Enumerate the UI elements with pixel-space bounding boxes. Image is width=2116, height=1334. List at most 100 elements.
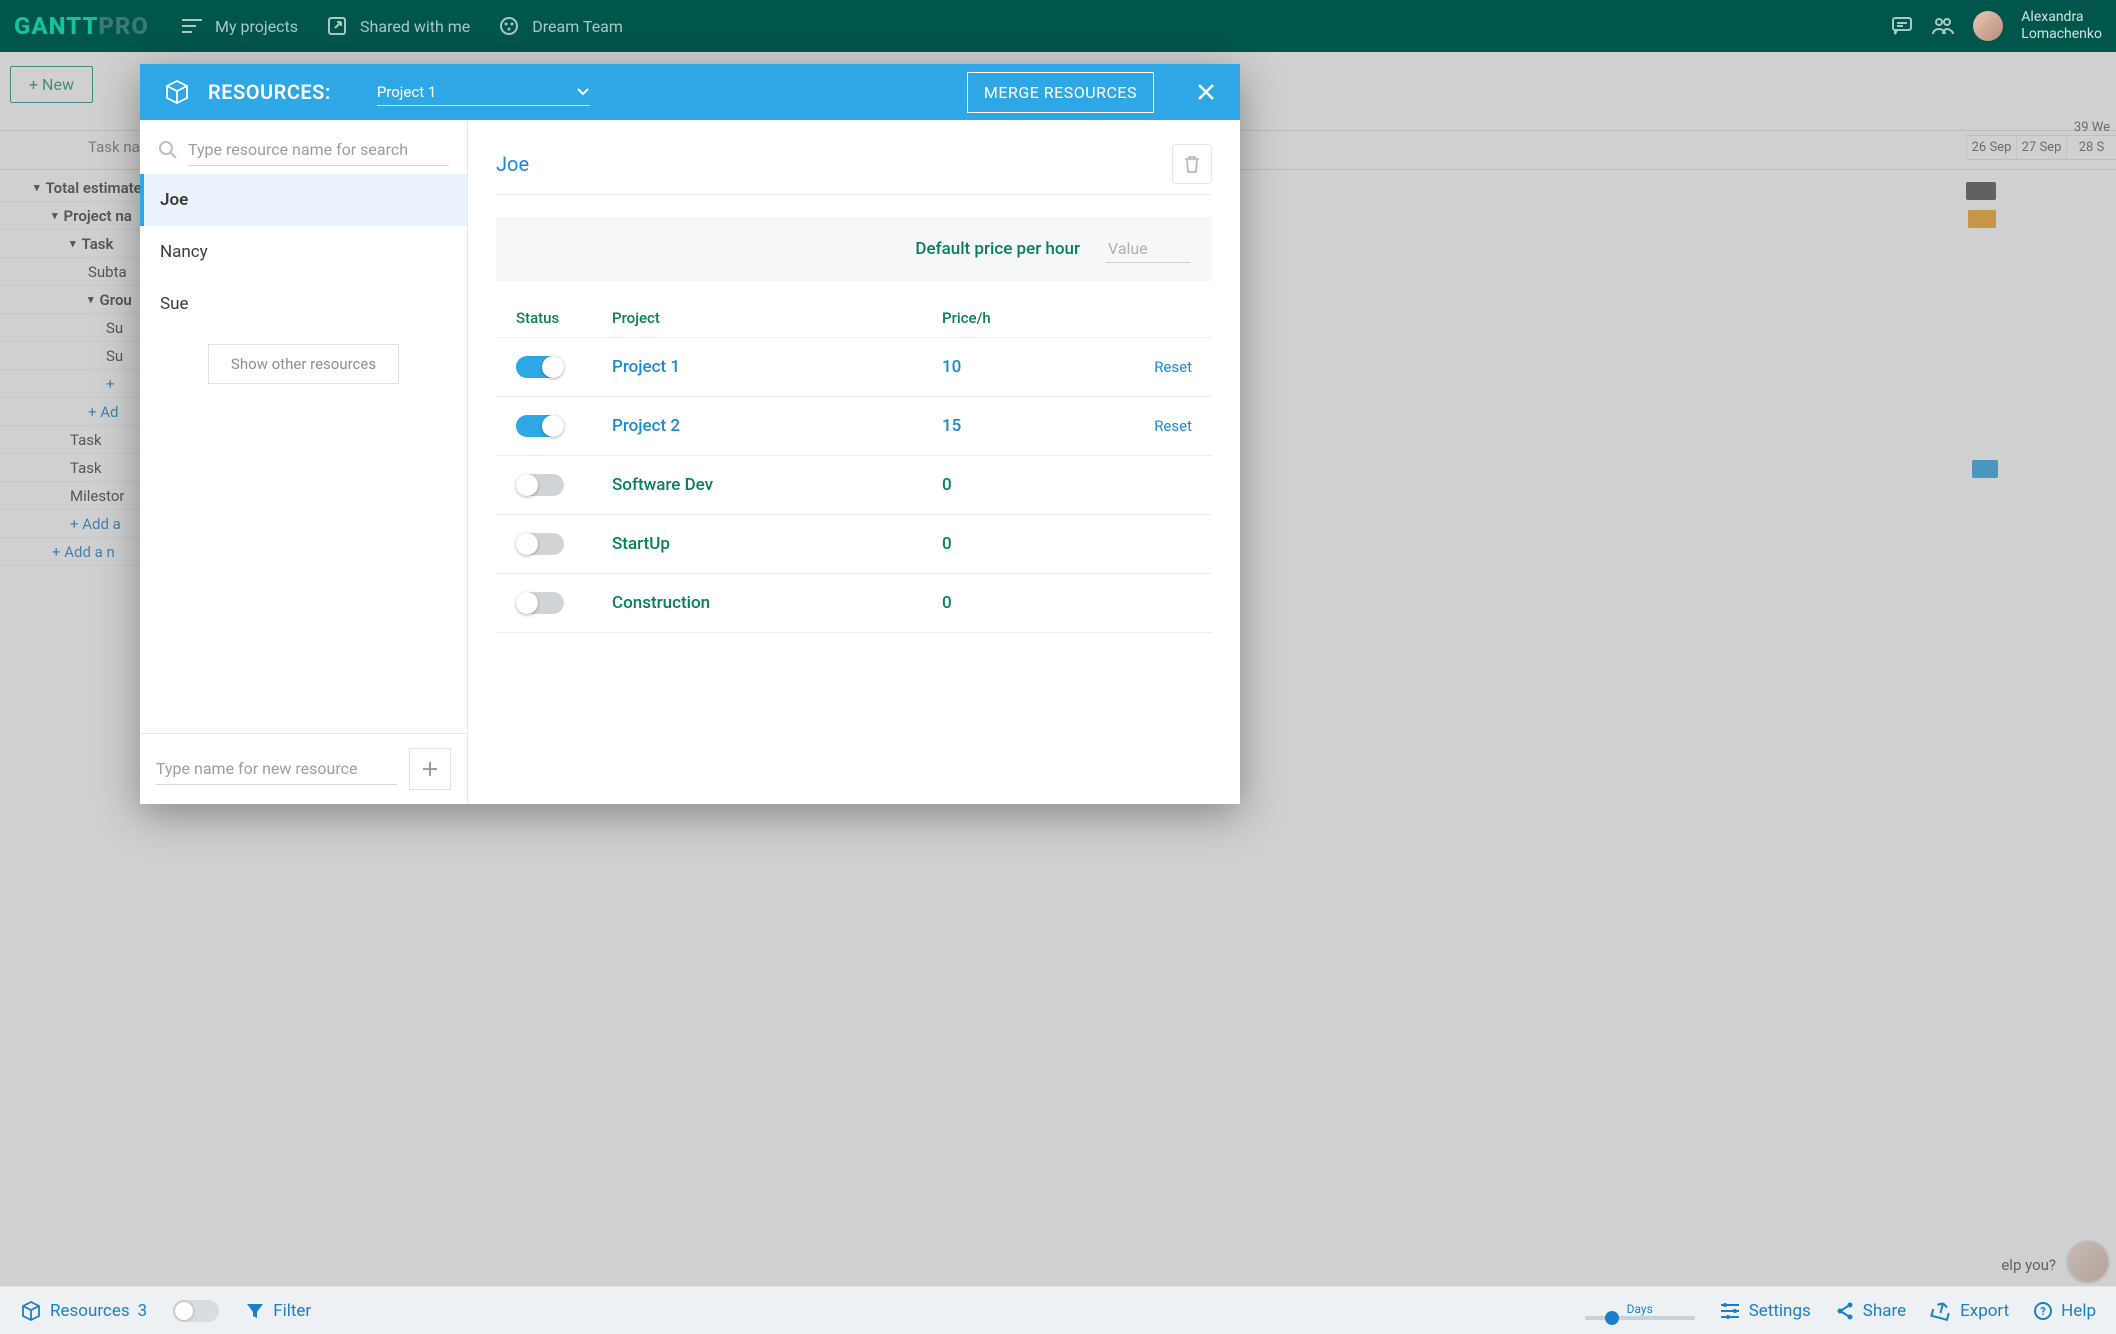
search-input[interactable] — [188, 134, 449, 166]
app-header: GANTTPRO My projects Shared with me Drea… — [0, 0, 2116, 52]
nav-my-projects-label: My projects — [215, 17, 298, 36]
resources-label: Resources — [50, 1301, 130, 1321]
user-name-line1: Alexandra — [2021, 9, 2102, 26]
share-icon — [1835, 1301, 1855, 1321]
project-table: Status Project Price/h Project 110ResetP… — [496, 299, 1212, 633]
team-icon — [498, 15, 520, 37]
help-icon: ? — [2033, 1301, 2053, 1321]
table-row: Project 215Reset — [496, 397, 1212, 456]
user-name[interactable]: Alexandra Lomachenko — [2021, 9, 2102, 43]
price-cell[interactable]: 10 — [942, 357, 1102, 377]
nav-team-label: Dream Team — [532, 17, 623, 36]
people-icon[interactable] — [1931, 16, 1955, 36]
logo-text-b: PRO — [98, 12, 149, 40]
avatar[interactable] — [1973, 11, 2003, 41]
status-toggle[interactable] — [516, 533, 564, 555]
default-price-label: Default price per hour — [915, 239, 1080, 259]
export-button[interactable]: Export — [1930, 1301, 2009, 1321]
filter-button[interactable]: Filter — [245, 1301, 311, 1321]
status-toggle[interactable] — [516, 356, 564, 378]
price-cell[interactable]: 0 — [942, 475, 1102, 495]
status-toggle[interactable] — [516, 415, 564, 437]
project-name: StartUp — [612, 534, 942, 554]
close-icon[interactable] — [1196, 82, 1216, 102]
help-label: Help — [2061, 1301, 2096, 1321]
project-name: Construction — [612, 593, 942, 613]
add-resource-button[interactable] — [409, 748, 451, 790]
nav-shared-label: Shared with me — [360, 17, 470, 36]
project-select-value: Project 1 — [377, 83, 436, 101]
help-button[interactable]: ? Help — [2033, 1301, 2096, 1321]
header-right: Alexandra Lomachenko — [1891, 9, 2102, 43]
nav-team[interactable]: Dream Team — [484, 15, 637, 37]
delete-resource-button[interactable] — [1172, 144, 1212, 184]
modal-left-panel: JoeNancySue Show other resources — [140, 120, 468, 804]
share-label: Share — [1863, 1301, 1906, 1321]
share-button[interactable]: Share — [1835, 1301, 1906, 1321]
zoom-control[interactable]: Days — [1585, 1302, 1695, 1320]
resources-button[interactable]: Resources 3 — [20, 1300, 147, 1322]
nav-my-projects[interactable]: My projects — [167, 15, 312, 37]
search-row — [140, 120, 467, 174]
price-cell[interactable]: 15 — [942, 416, 1102, 436]
settings-label: Settings — [1749, 1301, 1811, 1321]
modal-header: RESOURCES: Project 1 MERGE RESOURCES — [140, 64, 1240, 120]
table-row: Construction0 — [496, 574, 1212, 633]
resource-name-input[interactable] — [496, 152, 1172, 176]
add-resource-input[interactable] — [156, 753, 397, 785]
col-status: Status — [516, 309, 612, 327]
sliders-icon — [1719, 1301, 1741, 1321]
trash-icon — [1183, 154, 1201, 174]
table-header: Status Project Price/h — [496, 299, 1212, 338]
resource-item[interactable]: Sue — [140, 278, 467, 330]
zoom-label: Days — [1627, 1302, 1653, 1316]
status-toggle[interactable] — [516, 474, 564, 496]
table-row: Software Dev0 — [496, 456, 1212, 515]
resource-list: JoeNancySue Show other resources — [140, 174, 467, 733]
reset-link[interactable]: Reset — [1102, 358, 1192, 376]
project-name[interactable]: Project 1 — [612, 357, 942, 377]
search-icon — [158, 140, 178, 160]
table-row: Project 110Reset — [496, 338, 1212, 397]
resources-toggle[interactable] — [173, 1300, 219, 1322]
project-name[interactable]: Project 2 — [612, 416, 942, 436]
col-project: Project — [612, 309, 942, 327]
filter-icon — [245, 1301, 265, 1321]
resources-modal: RESOURCES: Project 1 MERGE RESOURCES Joe… — [140, 64, 1240, 804]
resources-count: 3 — [138, 1301, 148, 1321]
settings-button[interactable]: Settings — [1719, 1301, 1811, 1321]
export-label: Export — [1960, 1301, 2009, 1321]
default-price-input[interactable] — [1106, 235, 1190, 263]
default-price-row: Default price per hour — [496, 217, 1212, 281]
share-arrow-icon — [326, 15, 348, 37]
chevron-down-icon — [576, 87, 590, 97]
status-toggle[interactable] — [516, 592, 564, 614]
chat-icon[interactable] — [1891, 15, 1913, 37]
show-other-resources-button[interactable]: Show other resources — [208, 344, 399, 384]
svg-text:?: ? — [2040, 1305, 2046, 1318]
project-name: Software Dev — [612, 475, 942, 495]
filter-label: Filter — [273, 1301, 311, 1321]
nav-shared[interactable]: Shared with me — [312, 15, 484, 37]
bottom-toolbar: Resources 3 Filter Days Settings Share E… — [0, 1286, 2116, 1334]
reset-link[interactable]: Reset — [1102, 417, 1192, 435]
logo-text-a: GANTT — [14, 12, 98, 40]
logo: GANTTPRO — [14, 12, 149, 40]
table-row: StartUp0 — [496, 515, 1212, 574]
modal-title: RESOURCES: — [208, 80, 331, 104]
col-price: Price/h — [942, 309, 1102, 327]
resource-item[interactable]: Nancy — [140, 226, 467, 278]
add-resource-row — [140, 733, 467, 804]
list-icon — [181, 15, 203, 37]
export-icon — [1930, 1301, 1952, 1321]
cube-icon — [20, 1300, 42, 1322]
resource-item[interactable]: Joe — [140, 174, 467, 226]
price-cell[interactable]: 0 — [942, 593, 1102, 613]
zoom-slider[interactable] — [1585, 1316, 1695, 1320]
price-cell[interactable]: 0 — [942, 534, 1102, 554]
plus-icon — [421, 760, 439, 778]
cube-icon — [164, 79, 190, 105]
project-select[interactable]: Project 1 — [377, 79, 590, 106]
merge-resources-button[interactable]: MERGE RESOURCES — [967, 72, 1154, 113]
user-name-line2: Lomachenko — [2021, 26, 2102, 43]
